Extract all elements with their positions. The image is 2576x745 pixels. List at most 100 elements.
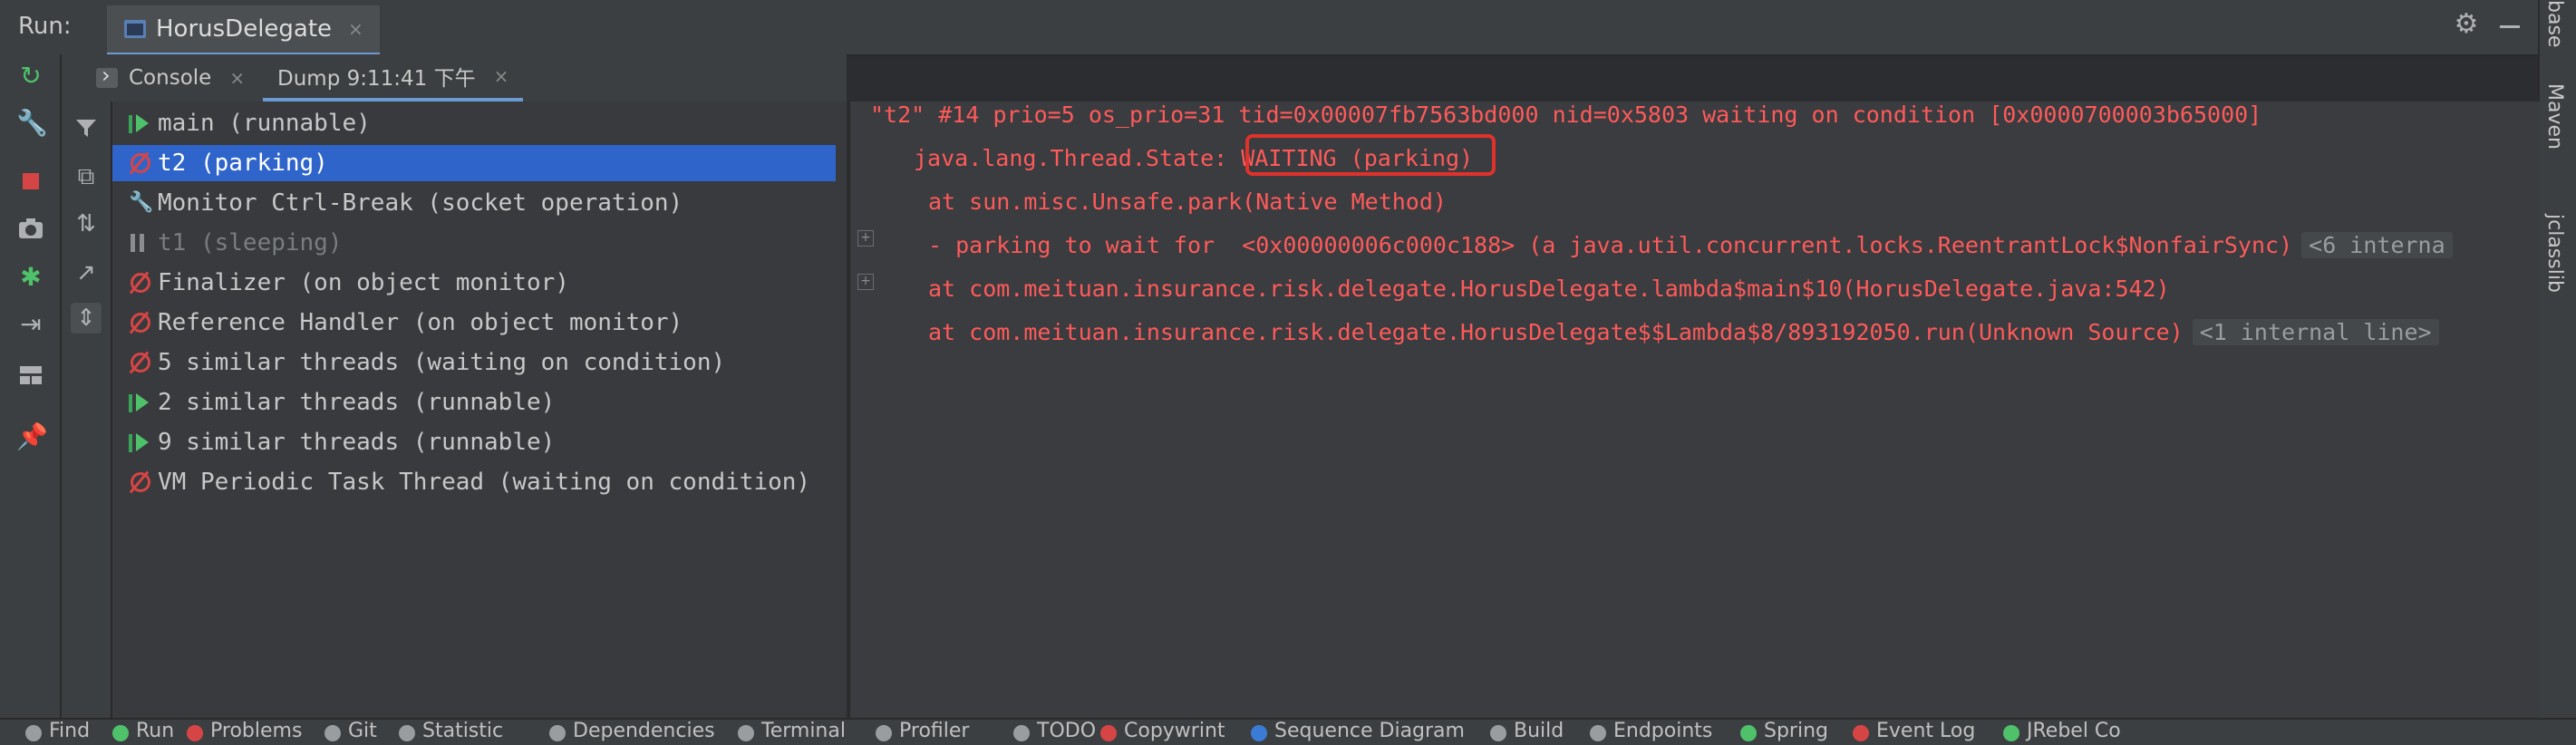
thread-row[interactable]: 2 similar threads (runnable) <box>112 384 838 421</box>
thread-row[interactable]: main (runnable) <box>112 105 838 141</box>
thread-label: 9 similar threads (runnable) <box>158 429 556 456</box>
collapse-icon[interactable]: ⇕ <box>71 303 102 334</box>
tool-window-label: Find <box>49 720 91 742</box>
tool-window-bar: Find Run Problems Git Statistic Dependencies T… <box>0 718 2576 745</box>
tab-dump[interactable]: Dump 9:11:41 下午 × <box>263 54 524 102</box>
copy-icon[interactable]: ⧉ <box>71 161 102 192</box>
layout-icon[interactable] <box>16 361 45 390</box>
tool-window-button[interactable]: Terminal <box>738 720 846 745</box>
tool-window-button[interactable]: Sequence Diagram <box>1251 720 1465 745</box>
internal-lines-hint[interactable]: <6 interna <box>2301 232 2453 258</box>
thread-row[interactable]: Reference Handler (on object monitor) <box>112 305 838 341</box>
dump-line: - parking to wait for <0x00000006c000c18… <box>928 232 2453 258</box>
tool-window-icon <box>112 725 129 741</box>
tab-console[interactable]: Console × <box>82 54 259 102</box>
thread-row[interactable]: 5 similar threads (waiting on condition) <box>112 344 838 381</box>
tool-window-label: TODO <box>1037 720 1097 742</box>
tool-window-label: Terminal <box>761 720 846 742</box>
fold-icon[interactable]: + <box>857 274 874 290</box>
login-icon[interactable]: ⇥ <box>16 310 45 339</box>
thread-row[interactable]: t2 (parking) <box>112 145 836 181</box>
close-icon[interactable]: × <box>229 67 245 89</box>
pin-icon[interactable]: 📌 <box>16 422 48 451</box>
tool-window-button[interactable]: Endpoints <box>1590 720 1712 745</box>
tool-window-icon <box>1740 725 1757 741</box>
tool-window-label: Statistic <box>422 720 504 742</box>
camera-icon[interactable] <box>16 214 45 243</box>
tool-window-icon <box>187 725 203 741</box>
wrench-icon[interactable]: 🔧 <box>16 109 48 138</box>
tool-window-icon <box>1251 725 1267 741</box>
runnable-icon <box>129 431 149 454</box>
tool-window-button[interactable]: Copywrint <box>1100 720 1225 745</box>
dump-line: at com.meituan.insurance.risk.delegate.H… <box>928 276 2170 302</box>
parking-icon <box>129 151 150 175</box>
right-tool-strip: base Maven jclasslib <box>2538 0 2576 718</box>
parking-icon <box>129 470 150 494</box>
tool-window-icon <box>1013 725 1030 741</box>
tool-window-label: Spring <box>1764 720 1828 742</box>
tool-window-label: Sequence Diagram <box>1274 720 1465 742</box>
tool-window-icon <box>1590 725 1606 741</box>
close-icon[interactable]: × <box>348 18 363 40</box>
close-icon[interactable]: × <box>494 65 509 87</box>
thread-row[interactable]: 🔧 Monitor Ctrl-Break (socket operation) <box>112 185 838 221</box>
wrench-icon: 🔧 <box>129 191 154 214</box>
gear-icon[interactable]: ⚙ <box>2453 11 2480 38</box>
tool-window-icon <box>549 725 566 741</box>
tool-window-button[interactable]: Git <box>324 720 377 745</box>
run-tab-title: HorusDelegate <box>156 15 333 43</box>
sort-icon[interactable]: ⇅ <box>71 208 102 239</box>
dump-line: at sun.misc.Unsafe.park(Native Method) <box>928 189 1447 215</box>
tool-window-label: Event Log <box>1876 720 1976 742</box>
thread-row[interactable]: VM Periodic Task Thread (waiting on cond… <box>112 464 838 500</box>
minimize-icon[interactable] <box>2496 11 2523 38</box>
tool-window-label: Problems <box>210 720 303 742</box>
fold-icon[interactable]: + <box>857 230 874 247</box>
tool-window-button[interactable]: Find <box>25 720 90 745</box>
tool-window-icon <box>1490 725 1506 741</box>
filter-icon[interactable] <box>71 114 102 145</box>
thread-row[interactable]: t1 (sleeping) <box>112 225 838 261</box>
tool-window-icon <box>738 725 754 741</box>
internal-lines-hint[interactable]: <1 internal line> <box>2192 319 2439 345</box>
tool-window-label: Git <box>348 720 377 742</box>
tab-console-label: Console <box>129 66 212 90</box>
tool-window-label: JRebel Co <box>2027 720 2121 742</box>
parking-icon <box>129 271 150 295</box>
stop-icon[interactable] <box>16 167 45 196</box>
tool-window-maven[interactable]: Maven <box>2543 83 2566 150</box>
tool-window-button[interactable]: Event Log <box>1853 720 1975 745</box>
tool-window-button[interactable]: Run <box>112 720 174 745</box>
tool-window-jclasslib[interactable]: jclasslib <box>2543 214 2566 293</box>
tool-window-label: Copywrint <box>1124 720 1225 742</box>
tool-window-button[interactable]: Build <box>1490 720 1564 745</box>
tool-window-icon <box>2003 725 2019 741</box>
thread-label: main (runnable) <box>158 110 371 137</box>
tool-window-button[interactable]: Spring <box>1740 720 1828 745</box>
export-icon[interactable]: ↗ <box>71 257 102 288</box>
parking-text: - parking to wait for <0x00000006c000c18… <box>928 232 2293 258</box>
dump-line: "t2" #14 prio=5 os_prio=31 tid=0x00007fb… <box>870 102 2262 128</box>
thread-row[interactable]: Finalizer (on object monitor) <box>112 265 838 301</box>
rerun-icon[interactable]: ↻ <box>16 62 45 91</box>
tool-window-button[interactable]: Dependencies <box>549 720 715 745</box>
thread-label: 5 similar threads (waiting on condition) <box>158 349 726 376</box>
tool-window-label: Run <box>136 720 175 742</box>
tool-window-button[interactable]: TODO <box>1013 720 1096 745</box>
tool-window-button[interactable]: JRebel Co <box>2003 720 2121 745</box>
thread-list: main (runnable) t2 (parking) 🔧 Monitor Ctrl… <box>112 102 847 718</box>
tool-window-label: Dependencies <box>573 720 715 742</box>
thread-label: 2 similar threads (runnable) <box>158 389 556 416</box>
tool-window-base[interactable]: base <box>2543 0 2566 47</box>
tool-window-icon <box>324 725 341 741</box>
thread-row[interactable]: 9 similar threads (runnable) <box>112 424 838 460</box>
state-prefix: java.lang.Thread.State: <box>914 145 1242 171</box>
thread-label: VM Periodic Task Thread (waiting on cond… <box>158 469 811 496</box>
tool-window-label: Build <box>1514 720 1564 742</box>
tool-window-button[interactable]: Problems <box>187 720 302 745</box>
debug-icon[interactable]: ✱ <box>16 263 45 292</box>
tool-window-button[interactable]: Profiler <box>876 720 969 745</box>
tool-window-button[interactable]: Statistic <box>399 720 503 745</box>
run-config-tab[interactable]: HorusDelegate × <box>107 5 380 56</box>
